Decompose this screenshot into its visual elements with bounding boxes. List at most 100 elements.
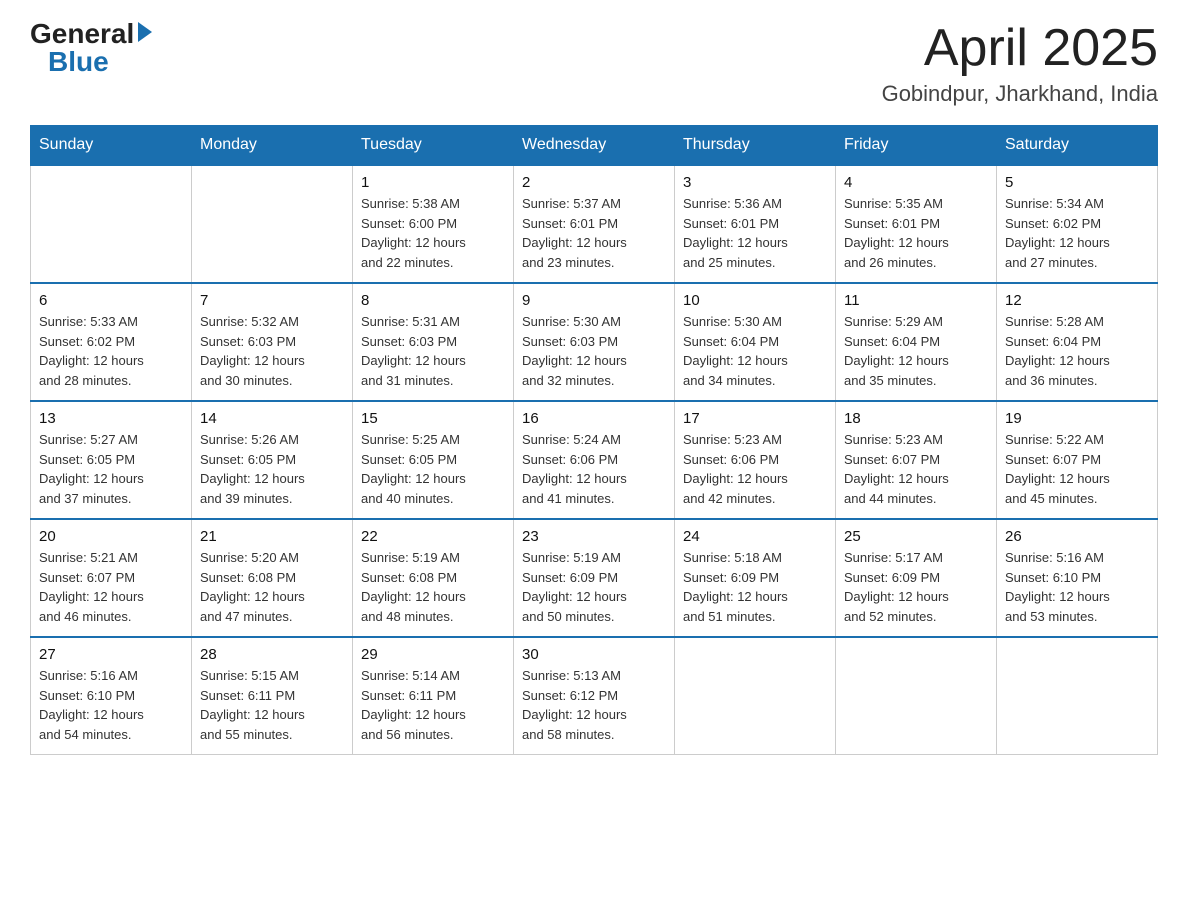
day-number: 6: [39, 292, 183, 309]
day-info: Sunrise: 5:29 AMSunset: 6:04 PMDaylight:…: [844, 312, 988, 390]
calendar-day-cell: 6 Sunrise: 5:33 AMSunset: 6:02 PMDaylight…: [31, 283, 192, 401]
day-info: Sunrise: 5:37 AMSunset: 6:01 PMDaylight:…: [522, 194, 666, 272]
calendar-day-cell: 26 Sunrise: 5:16 AMSunset: 6:10 PMDayligh…: [997, 519, 1158, 637]
day-number: 1: [361, 174, 505, 191]
month-title: April 2025: [882, 20, 1158, 77]
day-number: 14: [200, 410, 344, 427]
weekday-header-cell: Friday: [836, 126, 997, 166]
title-block: April 2025 Gobindpur, Jharkhand, India: [882, 20, 1158, 107]
day-number: 3: [683, 174, 827, 191]
day-info: Sunrise: 5:27 AMSunset: 6:05 PMDaylight:…: [39, 430, 183, 508]
calendar-day-cell: 8 Sunrise: 5:31 AMSunset: 6:03 PMDaylight…: [353, 283, 514, 401]
calendar-day-cell: 1 Sunrise: 5:38 AMSunset: 6:00 PMDaylight…: [353, 165, 514, 283]
calendar-day-cell: 10 Sunrise: 5:30 AMSunset: 6:04 PMDayligh…: [675, 283, 836, 401]
day-info: Sunrise: 5:36 AMSunset: 6:01 PMDaylight:…: [683, 194, 827, 272]
calendar-week-row: 1 Sunrise: 5:38 AMSunset: 6:00 PMDaylight…: [31, 165, 1158, 283]
logo-general-text: General: [30, 20, 134, 48]
calendar-day-cell: [997, 637, 1158, 755]
calendar-day-cell: 21 Sunrise: 5:20 AMSunset: 6:08 PMDayligh…: [192, 519, 353, 637]
calendar-day-cell: 29 Sunrise: 5:14 AMSunset: 6:11 PMDayligh…: [353, 637, 514, 755]
page-header: General Blue April 2025 Gobindpur, Jhark…: [30, 20, 1158, 107]
calendar-day-cell: 4 Sunrise: 5:35 AMSunset: 6:01 PMDaylight…: [836, 165, 997, 283]
day-number: 13: [39, 410, 183, 427]
calendar-week-row: 20Sunrise: 5:21 AMSunset: 6:07 PMDayligh…: [31, 519, 1158, 637]
calendar-day-cell: [192, 165, 353, 283]
weekday-header-cell: Wednesday: [514, 126, 675, 166]
day-info: Sunrise: 5:25 AMSunset: 6:05 PMDaylight:…: [361, 430, 505, 508]
day-number: 9: [522, 292, 666, 309]
weekday-header-cell: Monday: [192, 126, 353, 166]
weekday-header-cell: Saturday: [997, 126, 1158, 166]
day-info: Sunrise: 5:13 AMSunset: 6:12 PMDaylight:…: [522, 666, 666, 744]
day-number: 27: [39, 646, 183, 663]
day-number: 23: [522, 528, 666, 545]
day-info: Sunrise: 5:24 AMSunset: 6:06 PMDaylight:…: [522, 430, 666, 508]
day-info: Sunrise: 5:19 AMSunset: 6:09 PMDaylight:…: [522, 548, 666, 626]
day-number: 25: [844, 528, 988, 545]
calendar-day-cell: 14Sunrise: 5:26 AMSunset: 6:05 PMDayligh…: [192, 401, 353, 519]
weekday-header-cell: Sunday: [31, 126, 192, 166]
day-number: 26: [1005, 528, 1149, 545]
day-number: 30: [522, 646, 666, 663]
day-number: 24: [683, 528, 827, 545]
calendar-table: SundayMondayTuesdayWednesdayThursdayFrid…: [30, 125, 1158, 755]
day-info: Sunrise: 5:16 AMSunset: 6:10 PMDaylight:…: [1005, 548, 1149, 626]
calendar-week-row: 6 Sunrise: 5:33 AMSunset: 6:02 PMDaylight…: [31, 283, 1158, 401]
day-number: 8: [361, 292, 505, 309]
day-number: 28: [200, 646, 344, 663]
calendar-day-cell: 18Sunrise: 5:23 AMSunset: 6:07 PMDayligh…: [836, 401, 997, 519]
calendar-day-cell: 12Sunrise: 5:28 AMSunset: 6:04 PMDayligh…: [997, 283, 1158, 401]
calendar-day-cell: 25 Sunrise: 5:17 AMSunset: 6:09 PMDayligh…: [836, 519, 997, 637]
calendar-day-cell: 17 Sunrise: 5:23 AMSunset: 6:06 PMDayligh…: [675, 401, 836, 519]
calendar-body: 1 Sunrise: 5:38 AMSunset: 6:00 PMDaylight…: [31, 165, 1158, 755]
day-info: Sunrise: 5:21 AMSunset: 6:07 PMDaylight:…: [39, 548, 183, 626]
calendar-day-cell: 16Sunrise: 5:24 AMSunset: 6:06 PMDayligh…: [514, 401, 675, 519]
day-number: 7: [200, 292, 344, 309]
day-info: Sunrise: 5:30 AMSunset: 6:04 PMDaylight:…: [683, 312, 827, 390]
day-number: 15: [361, 410, 505, 427]
day-info: Sunrise: 5:30 AMSunset: 6:03 PMDaylight:…: [522, 312, 666, 390]
calendar-day-cell: 24Sunrise: 5:18 AMSunset: 6:09 PMDayligh…: [675, 519, 836, 637]
day-info: Sunrise: 5:23 AMSunset: 6:06 PMDaylight:…: [683, 430, 827, 508]
day-info: Sunrise: 5:33 AMSunset: 6:02 PMDaylight:…: [39, 312, 183, 390]
day-info: Sunrise: 5:32 AMSunset: 6:03 PMDaylight:…: [200, 312, 344, 390]
day-number: 22: [361, 528, 505, 545]
day-number: 4: [844, 174, 988, 191]
day-number: 21: [200, 528, 344, 545]
day-number: 12: [1005, 292, 1149, 309]
calendar-day-cell: [31, 165, 192, 283]
day-number: 17: [683, 410, 827, 427]
calendar-day-cell: [836, 637, 997, 755]
day-number: 5: [1005, 174, 1149, 191]
day-info: Sunrise: 5:31 AMSunset: 6:03 PMDaylight:…: [361, 312, 505, 390]
calendar-day-cell: 15 Sunrise: 5:25 AMSunset: 6:05 PMDayligh…: [353, 401, 514, 519]
logo-blue-text: Blue: [30, 48, 109, 76]
calendar-week-row: 27Sunrise: 5:16 AMSunset: 6:10 PMDayligh…: [31, 637, 1158, 755]
weekday-header-cell: Tuesday: [353, 126, 514, 166]
day-number: 2: [522, 174, 666, 191]
calendar-day-cell: 13 Sunrise: 5:27 AMSunset: 6:05 PMDayligh…: [31, 401, 192, 519]
day-info: Sunrise: 5:20 AMSunset: 6:08 PMDaylight:…: [200, 548, 344, 626]
logo-arrow-icon: [138, 22, 152, 42]
calendar-day-cell: 30 Sunrise: 5:13 AMSunset: 6:12 PMDayligh…: [514, 637, 675, 755]
day-info: Sunrise: 5:14 AMSunset: 6:11 PMDaylight:…: [361, 666, 505, 744]
day-number: 11: [844, 292, 988, 309]
calendar-day-cell: 3 Sunrise: 5:36 AMSunset: 6:01 PMDaylight…: [675, 165, 836, 283]
day-number: 29: [361, 646, 505, 663]
day-info: Sunrise: 5:19 AMSunset: 6:08 PMDaylight:…: [361, 548, 505, 626]
calendar-day-cell: 19Sunrise: 5:22 AMSunset: 6:07 PMDayligh…: [997, 401, 1158, 519]
day-info: Sunrise: 5:38 AMSunset: 6:00 PMDaylight:…: [361, 194, 505, 272]
calendar-day-cell: 2 Sunrise: 5:37 AMSunset: 6:01 PMDaylight…: [514, 165, 675, 283]
day-info: Sunrise: 5:35 AMSunset: 6:01 PMDaylight:…: [844, 194, 988, 272]
calendar-day-cell: 27Sunrise: 5:16 AMSunset: 6:10 PMDayligh…: [31, 637, 192, 755]
day-number: 10: [683, 292, 827, 309]
day-info: Sunrise: 5:17 AMSunset: 6:09 PMDaylight:…: [844, 548, 988, 626]
calendar-week-row: 13 Sunrise: 5:27 AMSunset: 6:05 PMDayligh…: [31, 401, 1158, 519]
day-info: Sunrise: 5:23 AMSunset: 6:07 PMDaylight:…: [844, 430, 988, 508]
day-info: Sunrise: 5:15 AMSunset: 6:11 PMDaylight:…: [200, 666, 344, 744]
location-title: Gobindpur, Jharkhand, India: [882, 81, 1158, 107]
weekday-header-row: SundayMondayTuesdayWednesdayThursdayFrid…: [31, 126, 1158, 166]
calendar-day-cell: 28 Sunrise: 5:15 AMSunset: 6:11 PMDayligh…: [192, 637, 353, 755]
calendar-day-cell: 23 Sunrise: 5:19 AMSunset: 6:09 PMDayligh…: [514, 519, 675, 637]
calendar-day-cell: 22 Sunrise: 5:19 AMSunset: 6:08 PMDayligh…: [353, 519, 514, 637]
